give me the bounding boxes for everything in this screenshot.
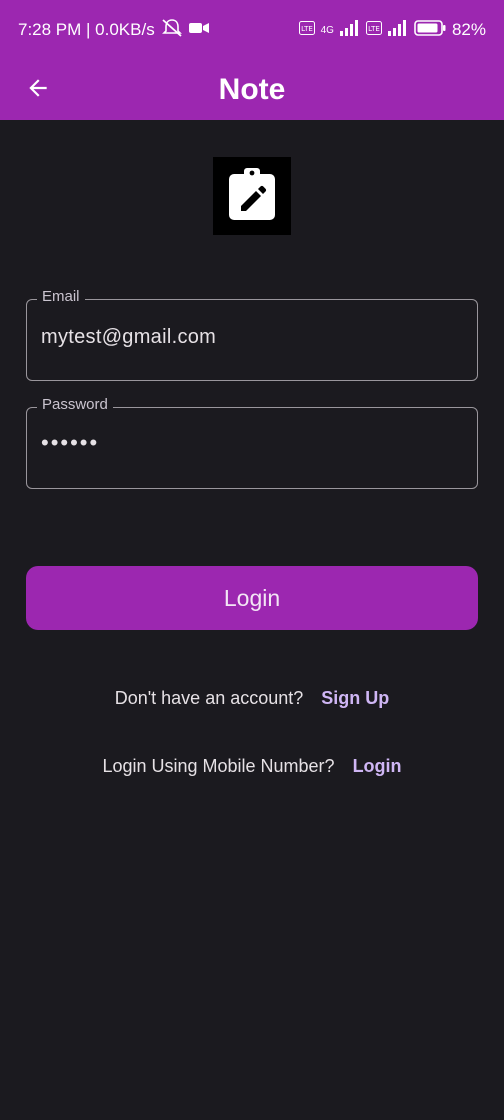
status-right: LTE 4G LTE 82%	[298, 19, 486, 41]
login-button[interactable]: Login	[26, 566, 478, 630]
app-logo	[213, 157, 291, 235]
signup-link[interactable]: Sign Up	[321, 688, 389, 709]
clipboard-edit-icon	[227, 166, 277, 227]
svg-text:LTE: LTE	[301, 25, 313, 33]
login-button-label: Login	[223, 584, 281, 611]
email-value: mytest@gmail.com	[41, 326, 217, 348]
arrow-left-icon	[25, 75, 51, 106]
status-time-speed: 7:28 PM | 0.0KB/s	[18, 20, 155, 39]
password-value: ••••••	[41, 430, 100, 455]
signup-prompt: Don't have an account?	[114, 688, 304, 708]
signal-icon-2	[387, 19, 408, 41]
app-bar: Note	[0, 60, 504, 120]
email-field[interactable]: Email mytest@gmail.com	[26, 288, 478, 381]
network-type: 4G	[320, 24, 334, 36]
mute-icon	[161, 18, 183, 43]
svg-text:LTE: LTE	[368, 25, 380, 33]
email-label: Email	[37, 288, 85, 305]
page-title: Note	[218, 73, 286, 106]
battery-icon	[414, 19, 446, 41]
battery-percent: 82%	[451, 20, 486, 39]
status-left: 7:28 PM | 0.0KB/s	[18, 18, 209, 43]
back-button[interactable]	[20, 72, 56, 108]
mobile-login-row: Login Using Mobile Number? Login	[0, 756, 504, 777]
password-field[interactable]: Password ••••••	[26, 396, 478, 489]
mobile-login-prompt: Login Using Mobile Number?	[102, 756, 335, 776]
signup-row: Don't have an account? Sign Up	[0, 688, 504, 709]
mobile-login-link[interactable]: Login	[353, 756, 402, 777]
video-icon	[188, 20, 209, 40]
signal-icon	[339, 19, 360, 41]
volte-icon: LTE	[298, 20, 315, 40]
volte-icon-2: LTE	[365, 20, 382, 40]
password-label: Password	[37, 396, 113, 413]
status-bar: 7:28 PM | 0.0KB/s LTE 4G LTE 82%	[0, 0, 504, 60]
